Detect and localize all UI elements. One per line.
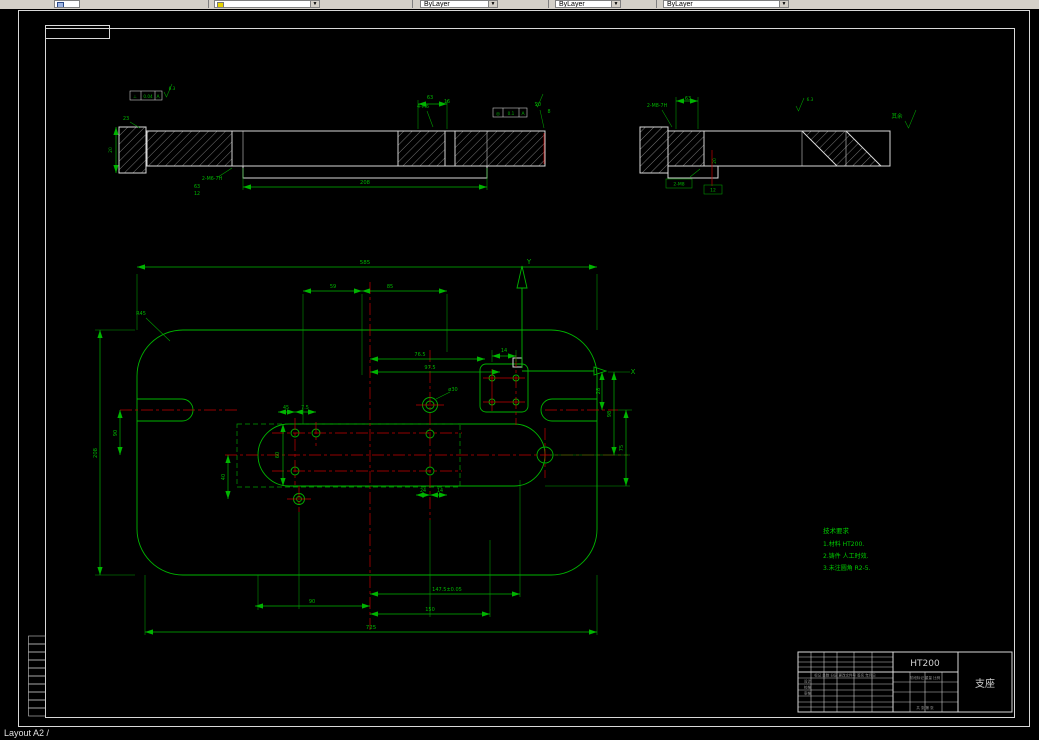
linetype-dropdown[interactable]: ByLayer ▼ [555, 0, 621, 8]
dim-text: 90 [113, 430, 119, 436]
centerlines [120, 282, 628, 632]
dim-text: 45 [283, 405, 289, 411]
dim-text: 585 [360, 260, 371, 266]
dim-text: 28 [596, 388, 602, 394]
section-view-right [639, 97, 917, 195]
section-view-left [118, 83, 546, 179]
dim-text: 725 [366, 625, 377, 631]
dim-text: ◎ [496, 112, 500, 117]
title-block-row-label: 设计 [804, 679, 812, 684]
dimension-lines [97, 98, 698, 635]
notes-title: 技术要求 [823, 526, 850, 535]
dim-text: A [521, 111, 525, 117]
hidden-pocket [236, 423, 461, 488]
drawing-canvas[interactable]: 技术要求 1.材料 HT200. 2.铸件 人工时效. 3.未注圆角 R2-5. [0, 0, 1039, 740]
origin-marker [512, 357, 523, 368]
chevron-down-icon[interactable]: ▼ [611, 1, 620, 7]
surface-finish-icon [904, 109, 917, 129]
dim-text: 2-M8 [673, 182, 684, 188]
dim-text: 7.5 [301, 405, 309, 411]
dim-text: 60 [275, 452, 281, 458]
dim-text: 16 [444, 99, 450, 105]
dim-text: 8 [547, 109, 550, 115]
dim-text: 90 [309, 599, 315, 605]
dim-text: 63 [194, 184, 200, 190]
surface-finish-icon [795, 97, 805, 112]
dim-text: 2-M8-7H [647, 103, 668, 109]
dim-text: 75 [619, 445, 625, 451]
dim-text: 208 [93, 448, 99, 458]
toolbar-separator [548, 0, 549, 8]
dim-text: 150 [425, 607, 435, 613]
dim-text: 4-M6 [417, 104, 429, 110]
layers-icon [57, 2, 64, 7]
dim-text: 76.5 [414, 352, 425, 358]
dim-text: 12 [194, 191, 200, 197]
note-line: 2.铸件 人工时效. [823, 552, 869, 560]
dim-text: 97.5 [424, 365, 435, 371]
dim-text: 12 [710, 188, 716, 194]
layer-color-chip [217, 2, 224, 7]
title-block-header-row: 标记 处数 分区 更改文件号 签名 年月日 [814, 673, 876, 678]
material-label: HT200 [910, 659, 940, 669]
dim-text: 40 [221, 474, 227, 480]
dim-text: 2-M6-7H [202, 176, 223, 182]
dim-text: 6.3 [169, 86, 176, 91]
toolbar-separator [208, 0, 209, 8]
part-name-label: 支座 [975, 677, 995, 690]
layers-dialog-button[interactable] [54, 0, 80, 8]
dim-text: 6.3 [807, 97, 814, 102]
dim-text: 98 [607, 411, 613, 417]
chevron-down-icon[interactable]: ▼ [310, 1, 319, 7]
dim-text: Y [526, 258, 532, 266]
title-block-row-label: 校核 [804, 685, 812, 690]
dim-text: 0.04 [143, 94, 153, 99]
dim-text: 59 [330, 284, 336, 290]
dim-text: 20 [712, 158, 718, 164]
dim-text: 14 [437, 488, 443, 494]
title-block: HT200 支座 标记 处数 分区 更改文件号 签名 年月日 设计 校核 审核 … [797, 651, 1013, 713]
color-dropdown-value: ByLayer [424, 1, 450, 8]
toolbar-separator [412, 0, 413, 8]
layer-dropdown[interactable]: ▼ [214, 0, 320, 8]
dim-text: 其余 [891, 112, 903, 120]
dimension-texts: ⊥ 0.04 A6.32320634-M616◎ 0.1 A2082082-M6-7H6… [93, 86, 903, 631]
technical-notes: 技术要求 1.材料 HT200. 2.铸件 人工时效. 3.未注圆角 R2-5. [823, 526, 871, 572]
plan-view [136, 265, 608, 576]
note-line: 1.材料 HT200. [823, 540, 864, 548]
cad-application-window: ▼ ByLayer ▼ ByLayer ▼ ByLayer ▼ 技术要求 1.材… [0, 0, 1039, 740]
toolbar-separator [656, 0, 657, 8]
lineweight-dropdown-value: ByLayer [667, 1, 693, 8]
bolt-pattern-pad [479, 363, 529, 413]
dim-text: 208 [360, 180, 370, 186]
dim-text: 20 [535, 102, 541, 108]
sheet-frame [18, 10, 1030, 727]
note-line: 3.未注圆角 R2-5. [823, 564, 871, 572]
dim-text: 23 [123, 116, 129, 122]
dim-text: ⊥ [133, 94, 137, 100]
revision-strip [28, 635, 46, 717]
dim-text: 20 [108, 147, 114, 153]
dim-text: A [156, 94, 160, 100]
color-dropdown[interactable]: ByLayer ▼ [420, 0, 498, 8]
title-block-bottom-row: 共 张 第 张 [916, 705, 934, 710]
dim-text: 24 [420, 488, 426, 494]
dim-text: 85 [387, 284, 393, 290]
dim-text: 63 [685, 96, 691, 102]
dim-text: R45 [136, 311, 146, 317]
chevron-down-icon[interactable]: ▼ [488, 1, 497, 7]
dim-text: ø30 [448, 387, 457, 393]
ucs-axes [516, 265, 608, 376]
dim-text: 14 [501, 348, 507, 354]
dim-text: 63 [427, 95, 433, 101]
title-block-row-label: 审核 [804, 691, 812, 696]
object-properties-toolbar: ▼ ByLayer ▼ ByLayer ▼ ByLayer ▼ [0, 0, 1039, 9]
chevron-down-icon[interactable]: ▼ [779, 1, 788, 7]
dim-text: 0.1 [508, 111, 515, 116]
lineweight-dropdown[interactable]: ByLayer ▼ [663, 0, 789, 8]
title-block-mid-row: 阶段标记 重量 比例 [910, 675, 941, 680]
dim-text: 147.5±0.05 [432, 587, 462, 593]
layout-tab[interactable]: Layout A2 / [4, 728, 49, 738]
dim-text: X [631, 368, 636, 376]
